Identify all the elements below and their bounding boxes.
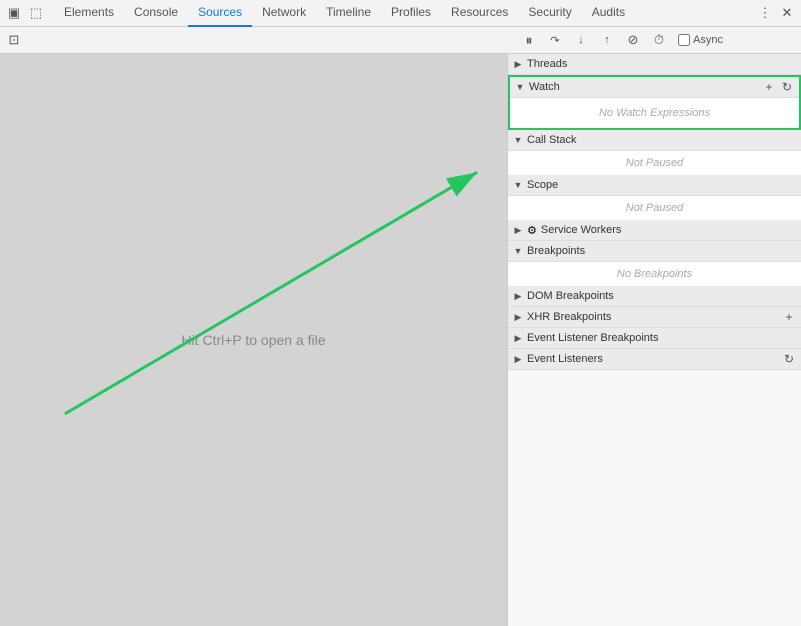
event-listeners-actions: ↻ bbox=[781, 351, 797, 367]
sources-toolbar: ⊡ ⏸ ↷ ↓ ↑ ⊘ ⏱ Async bbox=[0, 27, 801, 54]
watch-section-header[interactable]: ▼ Watch + ↻ bbox=[510, 77, 799, 98]
event-listeners-refresh-button[interactable]: ↻ bbox=[781, 351, 797, 367]
scope-section-header[interactable]: ▼ Scope bbox=[508, 175, 801, 196]
async-label-text: Async bbox=[693, 34, 723, 46]
open-file-hint: Hit Ctrl+P to open a file bbox=[181, 332, 325, 348]
pause-button[interactable]: ⏸ bbox=[518, 29, 540, 51]
sources-left-toolbar: ⊡ bbox=[4, 30, 512, 50]
tab-console[interactable]: Console bbox=[124, 0, 188, 27]
watch-refresh-button[interactable]: ↻ bbox=[779, 79, 795, 95]
tab-audits[interactable]: Audits bbox=[582, 0, 635, 27]
breakpoints-section-header[interactable]: ▼ Breakpoints bbox=[508, 241, 801, 262]
top-tab-bar: ▣ ⬚ Elements Console Sources Network Tim… bbox=[0, 0, 801, 27]
tab-network[interactable]: Network bbox=[252, 0, 316, 27]
breakpoints-triangle-icon: ▼ bbox=[512, 245, 524, 257]
service-workers-label: Service Workers bbox=[541, 224, 621, 236]
xhr-breakpoints-label: XHR Breakpoints bbox=[527, 311, 611, 323]
call-stack-label: Call Stack bbox=[527, 134, 577, 146]
xhr-breakpoints-add-button[interactable]: + bbox=[781, 309, 797, 325]
threads-label: Threads bbox=[527, 58, 567, 70]
scope-label: Scope bbox=[527, 179, 558, 191]
step-out-button[interactable]: ↑ bbox=[596, 29, 618, 51]
breakpoints-label: Breakpoints bbox=[527, 245, 585, 257]
watch-add-button[interactable]: + bbox=[761, 79, 777, 95]
sources-right-toolbar: ⏸ ↷ ↓ ↑ ⊘ ⏱ Async bbox=[512, 29, 797, 51]
service-workers-section-header[interactable]: ▶ ⚙ Service Workers bbox=[508, 220, 801, 241]
no-breakpoints-text: No Breakpoints bbox=[508, 262, 801, 286]
service-workers-gear-icon: ⚙ bbox=[527, 224, 537, 237]
watch-actions: + ↻ bbox=[761, 79, 795, 95]
tab-elements[interactable]: Elements bbox=[54, 0, 124, 27]
more-options-icon[interactable]: ⋮ bbox=[755, 3, 775, 23]
no-watch-expressions-text: No Watch Expressions bbox=[599, 107, 710, 119]
watch-triangle-icon: ▼ bbox=[514, 81, 526, 93]
xhr-breakpoints-actions: + bbox=[781, 309, 797, 325]
step-into-button[interactable]: ↓ bbox=[570, 29, 592, 51]
event-listeners-label: Event Listeners bbox=[527, 353, 603, 365]
threads-section-header[interactable]: ▶ Threads bbox=[508, 54, 801, 75]
step-over-button[interactable]: ↷ bbox=[544, 29, 566, 51]
close-devtools-icon[interactable]: ✕ bbox=[777, 3, 797, 23]
tab-resources[interactable]: Resources bbox=[441, 0, 518, 27]
event-listener-breakpoints-label: Event Listener Breakpoints bbox=[527, 332, 658, 344]
dom-breakpoints-triangle-icon: ▶ bbox=[512, 290, 524, 302]
dock-icon[interactable]: ▣ bbox=[4, 3, 24, 23]
devtools-left-icons: ▣ ⬚ bbox=[4, 3, 46, 23]
main-tabs: Elements Console Sources Network Timelin… bbox=[54, 0, 755, 27]
call-stack-status: Not Paused bbox=[508, 151, 801, 175]
event-listeners-triangle-icon: ▶ bbox=[512, 353, 524, 365]
pause-on-exceptions-button[interactable]: ⏱ bbox=[648, 29, 670, 51]
dom-breakpoints-label: DOM Breakpoints bbox=[527, 290, 614, 302]
tab-profiles[interactable]: Profiles bbox=[381, 0, 441, 27]
right-panel: ▶ Threads ▼ Watch + ↻ No Watch Expressio… bbox=[508, 54, 801, 626]
scope-triangle-icon: ▼ bbox=[512, 179, 524, 191]
xhr-breakpoints-section-header[interactable]: ▶ XHR Breakpoints + bbox=[508, 307, 801, 328]
call-stack-section-header[interactable]: ▼ Call Stack bbox=[508, 130, 801, 151]
dom-breakpoints-section-header[interactable]: ▶ DOM Breakpoints bbox=[508, 286, 801, 307]
watch-content: No Watch Expressions bbox=[510, 98, 799, 128]
async-checkbox[interactable] bbox=[678, 34, 690, 46]
left-panel: Hit Ctrl+P to open a file bbox=[0, 54, 508, 626]
toggle-filesystem-icon[interactable]: ⊡ bbox=[4, 30, 24, 50]
inspect-icon[interactable]: ⬚ bbox=[26, 3, 46, 23]
event-listener-breakpoints-section-header[interactable]: ▶ Event Listener Breakpoints bbox=[508, 328, 801, 349]
tab-security[interactable]: Security bbox=[518, 0, 581, 27]
xhr-breakpoints-triangle-icon: ▶ bbox=[512, 311, 524, 323]
scope-status: Not Paused bbox=[508, 196, 801, 220]
deactivate-breakpoints-button[interactable]: ⊘ bbox=[622, 29, 644, 51]
main-content: Hit Ctrl+P to open a file ▶ Threads ▼ Wa… bbox=[0, 54, 801, 626]
event-listeners-section-header[interactable]: ▶ Event Listeners ↻ bbox=[508, 349, 801, 370]
watch-label: Watch bbox=[529, 81, 560, 93]
call-stack-triangle-icon: ▼ bbox=[512, 134, 524, 146]
tab-timeline[interactable]: Timeline bbox=[316, 0, 381, 27]
tab-sources[interactable]: Sources bbox=[188, 0, 252, 27]
watch-section: ▼ Watch + ↻ No Watch Expressions bbox=[508, 75, 801, 130]
event-listener-breakpoints-triangle-icon: ▶ bbox=[512, 332, 524, 344]
devtools-end-icons: ⋮ ✕ bbox=[755, 3, 797, 23]
service-workers-triangle-icon: ▶ bbox=[512, 224, 524, 236]
threads-triangle-icon: ▶ bbox=[512, 58, 524, 70]
async-checkbox-container: Async bbox=[678, 34, 723, 46]
